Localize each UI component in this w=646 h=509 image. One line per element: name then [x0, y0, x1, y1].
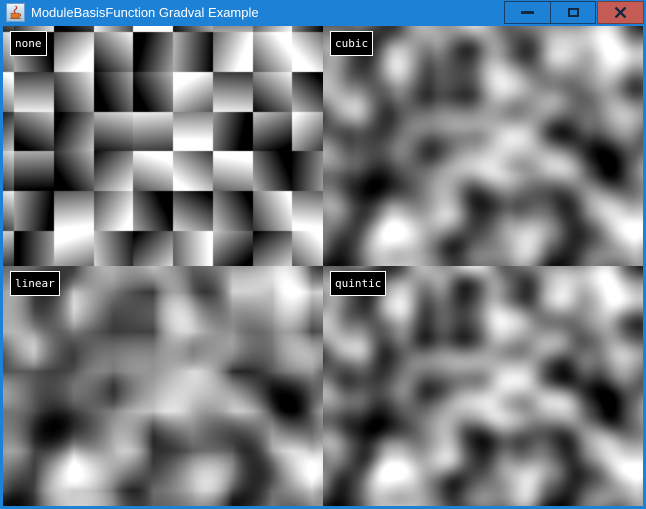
panel-label-none: none [10, 31, 47, 56]
panel-label-cubic: cubic [330, 31, 373, 56]
noise-render-area: none cubic linear quintic [3, 26, 643, 506]
panel-none: none [3, 26, 323, 266]
noise-canvas-cubic [323, 26, 643, 266]
panel-quintic: quintic [323, 266, 643, 506]
close-icon [614, 7, 627, 18]
maximize-button[interactable] [550, 1, 596, 24]
titlebar[interactable]: ModuleBasisFunction Gradval Example [0, 0, 646, 26]
window-title: ModuleBasisFunction Gradval Example [31, 0, 259, 25]
panel-label-quintic: quintic [330, 271, 386, 296]
noise-canvas-none [3, 26, 323, 266]
app-window: ModuleBasisFunction Gradval Example none… [0, 0, 646, 509]
window-controls [504, 1, 644, 24]
noise-canvas-quintic [323, 266, 643, 506]
java-cup-glyph [8, 5, 23, 20]
panel-label-linear: linear [10, 271, 60, 296]
minimize-button[interactable] [504, 1, 550, 24]
minimize-icon [521, 11, 534, 14]
java-coffee-cup-icon[interactable] [6, 3, 25, 22]
panel-cubic: cubic [323, 26, 643, 266]
close-button[interactable] [597, 1, 644, 24]
noise-canvas-linear [3, 266, 323, 506]
panel-linear: linear [3, 266, 323, 506]
maximize-icon [568, 8, 579, 17]
